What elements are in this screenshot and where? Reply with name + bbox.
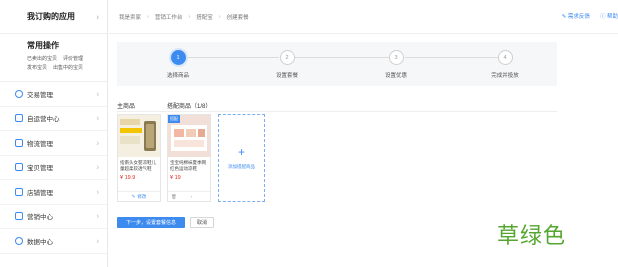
product-title[interactable]: 指南头女婴凉鞋儿童超柔软透气鞋 bbox=[118, 157, 160, 172]
step-label: 完成并投放 bbox=[491, 73, 519, 79]
progress-stepper: 1 选择商品 2 设置套餐 3 设置优惠 4 完成并投放 bbox=[117, 42, 557, 86]
truck-icon bbox=[15, 138, 23, 147]
plus-icon: + bbox=[237, 145, 245, 159]
sidebar-item-label: 店铺管理 bbox=[27, 189, 53, 197]
sidebar: 我订购的应用 › 常用操作 已卖出的宝贝 评价管理 发布宝贝 出售中的宝贝 交易… bbox=[0, 0, 108, 267]
sidebar-item-label: 自运营中心 bbox=[27, 116, 60, 124]
chevron-right-icon: › bbox=[96, 89, 99, 99]
add-bundle-product-button[interactable]: + 添加搭配商品 bbox=[218, 114, 265, 202]
card-actions: 🗑 › bbox=[168, 191, 210, 201]
edit-icon: ✎ bbox=[561, 14, 567, 20]
edit-label: 修改 bbox=[137, 193, 147, 199]
chevron-right-icon[interactable]: › bbox=[191, 194, 193, 199]
section-divider bbox=[117, 111, 557, 112]
common-link-on-sale[interactable]: 出售中的宝贝 bbox=[53, 64, 83, 71]
product-thumbnail bbox=[118, 115, 160, 157]
add-bundle-label: 添加搭配商品 bbox=[228, 164, 255, 169]
sidebar-item-label: 数据中心 bbox=[27, 238, 53, 246]
help-label: 帮助 bbox=[606, 14, 618, 20]
sidebar-item-data[interactable]: 数据中心 › bbox=[0, 229, 107, 254]
common-operations-title: 常用操作 bbox=[27, 41, 59, 50]
sidebar-item-label: 物流管理 bbox=[27, 140, 53, 148]
sidebar-item-marketing[interactable]: 营销中心 › bbox=[0, 205, 107, 229]
step-number: 2 bbox=[279, 50, 295, 65]
sidebar-item-label: 交易管理 bbox=[27, 91, 53, 99]
breadcrumb-item[interactable]: 我是卖家 bbox=[119, 13, 141, 21]
step-number: 3 bbox=[388, 50, 404, 65]
chevron-right-icon: › bbox=[147, 13, 149, 20]
breadcrumb-current: 创建套餐 bbox=[226, 14, 249, 21]
sidebar-item-label: 宝贝管理 bbox=[27, 165, 53, 173]
main-product-card: 指南头女婴凉鞋儿童超柔软透气鞋 ¥ 19.9 ✎ 修改 bbox=[117, 114, 161, 202]
step-select-products: 1 选择商品 bbox=[148, 50, 208, 79]
bundle-badge: 搭配 bbox=[168, 115, 180, 123]
common-link-reviews[interactable]: 评价管理 bbox=[63, 55, 83, 62]
product-price: ¥ 19.9 bbox=[120, 175, 136, 181]
sidebar-item-label: 营销中心 bbox=[27, 214, 53, 222]
common-links: 已卖出的宝贝 评价管理 发布宝贝 出售中的宝贝 bbox=[27, 55, 107, 71]
chat-icon bbox=[15, 114, 23, 123]
main-product-title: 主商品 bbox=[117, 104, 136, 110]
step-set-discount: 3 设置优惠 bbox=[366, 50, 426, 79]
trade-icon bbox=[15, 89, 23, 98]
help-icon: ⓘ bbox=[599, 14, 606, 20]
product-image[interactable]: 搭配 bbox=[168, 115, 210, 157]
feedback-label: 需求反馈 bbox=[567, 14, 590, 20]
step-number: 1 bbox=[170, 50, 186, 65]
common-link-publish[interactable]: 发布宝贝 bbox=[27, 64, 47, 71]
help-link[interactable]: ⓘ 帮助 bbox=[600, 12, 618, 20]
edit-product-button[interactable]: ✎ 修改 bbox=[118, 191, 160, 201]
step-finish: 4 完成并投放 bbox=[475, 50, 535, 79]
step-set-bundle: 2 设置套餐 bbox=[257, 50, 317, 79]
bundle-products-title: 搭配商品（1/8） bbox=[167, 104, 212, 110]
chevron-right-icon: › bbox=[96, 12, 99, 21]
sidebar-item-trade[interactable]: 交易管理 › bbox=[0, 82, 107, 107]
chevron-right-icon: › bbox=[96, 162, 99, 172]
breadcrumb-item[interactable]: 搭配宝 bbox=[196, 13, 213, 21]
chevron-right-icon: › bbox=[96, 138, 99, 148]
common-operations: 常用操作 已卖出的宝贝 评价管理 发布宝贝 出售中的宝贝 bbox=[0, 34, 107, 82]
sidebar-item-logistics[interactable]: 物流管理 › bbox=[0, 131, 107, 156]
sidebar-item-store[interactable]: 店铺管理 › bbox=[0, 180, 107, 205]
sidebar-header-label: 我订购的应用 bbox=[27, 12, 75, 21]
overlay-caption: 草绿色 bbox=[497, 224, 567, 249]
breadcrumb: 我是卖家 › 营销工作台 › 搭配宝 › 创建套餐 ✎ 需求反馈 ⓘ 帮助 bbox=[109, 0, 618, 34]
chevron-right-icon: › bbox=[96, 211, 99, 221]
step-label: 设置优惠 bbox=[384, 73, 407, 79]
sidebar-item-products[interactable]: 宝贝管理 › bbox=[0, 156, 107, 180]
chevron-right-icon: › bbox=[96, 113, 99, 123]
product-title[interactable]: 宝宝纯棉袜夏季网红色运动凉鞋 bbox=[168, 157, 210, 172]
delete-icon[interactable]: 🗑 bbox=[171, 194, 177, 200]
app-root: 我订购的应用 › 常用操作 已卖出的宝贝 评价管理 发布宝贝 出售中的宝贝 交易… bbox=[0, 0, 618, 267]
sidebar-header[interactable]: 我订购的应用 › bbox=[0, 0, 107, 34]
common-link-sold[interactable]: 已卖出的宝贝 bbox=[27, 55, 57, 62]
edit-icon: ✎ bbox=[131, 193, 136, 199]
next-step-button[interactable]: 下一步，设置套餐信息 bbox=[117, 217, 185, 228]
step-number: 4 bbox=[497, 50, 513, 65]
breadcrumb-item[interactable]: 营销工作台 bbox=[155, 13, 183, 21]
box-icon bbox=[15, 163, 23, 172]
step-label: 设置套餐 bbox=[275, 73, 298, 79]
chart-icon bbox=[15, 236, 23, 245]
cancel-button[interactable]: 取消 bbox=[190, 217, 214, 228]
bundle-product-card: 搭配 宝宝纯棉袜夏季网红色运动凉鞋 ¥ 19 🗑 › bbox=[167, 114, 211, 202]
product-price: ¥ 19 bbox=[170, 175, 181, 181]
megaphone-icon bbox=[15, 212, 23, 221]
product-image[interactable] bbox=[118, 115, 160, 157]
chevron-right-icon: › bbox=[188, 13, 191, 20]
step-label: 选择商品 bbox=[166, 73, 189, 79]
feedback-link[interactable]: ✎ 需求反馈 bbox=[562, 12, 590, 20]
store-icon bbox=[15, 187, 23, 196]
chevron-right-icon: › bbox=[96, 187, 99, 197]
chevron-right-icon: › bbox=[96, 236, 99, 246]
top-actions: ✎ 需求反馈 ⓘ 帮助 bbox=[562, 12, 618, 20]
chevron-right-icon: › bbox=[218, 13, 221, 20]
sidebar-item-self-operation[interactable]: 自运营中心 › bbox=[0, 107, 107, 131]
